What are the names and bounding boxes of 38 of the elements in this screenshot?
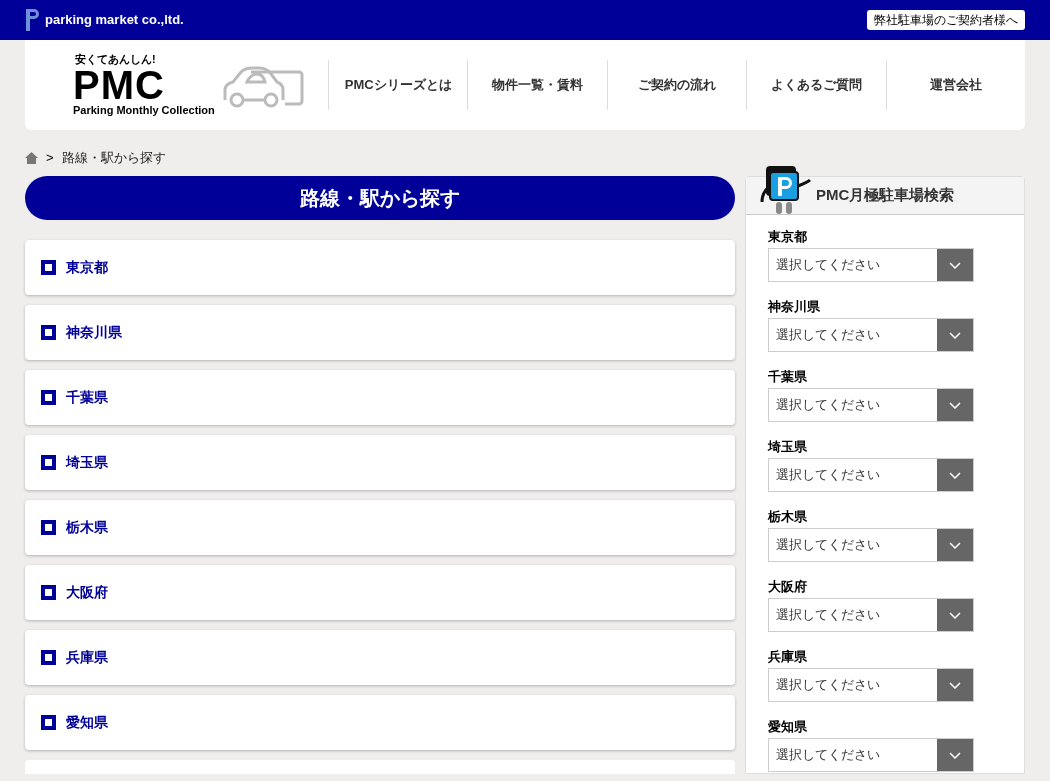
prefecture-card[interactable]: 神奈川県 bbox=[25, 305, 735, 360]
select-field[interactable]: 選択してください bbox=[768, 458, 974, 492]
prefecture-card[interactable]: 兵庫県 bbox=[25, 630, 735, 685]
select-label: 千葉県 bbox=[768, 368, 808, 386]
logo-tagline: 安くてあんしん! bbox=[74, 54, 157, 65]
select-label: 神奈川県 bbox=[768, 298, 821, 316]
select-label: 愛知県 bbox=[768, 718, 808, 736]
page-title: 路線・駅から探す bbox=[25, 176, 735, 220]
logo-name: PMC bbox=[73, 65, 165, 105]
select-field[interactable]: 選択してください bbox=[768, 738, 974, 772]
panel-title: PMC月極駐車場検索 bbox=[816, 185, 955, 206]
select-field[interactable]: 選択してください bbox=[768, 528, 974, 562]
prefecture-card[interactable]: 愛知県 bbox=[25, 695, 735, 750]
select-label: 栃木県 bbox=[768, 508, 808, 526]
select-label: 埼玉県 bbox=[768, 438, 808, 456]
select-label: 兵庫県 bbox=[768, 648, 808, 666]
prefecture-card[interactable]: 東京都 bbox=[25, 240, 735, 295]
breadcrumb-separator: > bbox=[46, 148, 54, 167]
prefecture-card[interactable]: 大阪府 bbox=[25, 565, 735, 620]
nav-link[interactable]: 物件一覧・賃料 bbox=[467, 60, 607, 110]
company-name: parking market co.,ltd. bbox=[45, 11, 184, 30]
select-label: 東京都 bbox=[768, 228, 808, 246]
select-field[interactable]: 選択してください bbox=[768, 668, 974, 702]
prefecture-card[interactable]: 埼玉県 bbox=[25, 435, 735, 490]
select-label: 大阪府 bbox=[768, 578, 808, 596]
select-field[interactable]: 選択してください bbox=[768, 598, 974, 632]
nav-link[interactable]: よくあるご質問 bbox=[746, 60, 886, 110]
select-field[interactable]: 選択してください bbox=[768, 318, 974, 352]
logo-subtitle: Parking Monthly Collection bbox=[73, 105, 215, 116]
nav-link[interactable]: PMCシリーズとは bbox=[328, 60, 468, 110]
nav-link[interactable]: 運営会社 bbox=[885, 60, 1026, 110]
prefecture-card[interactable]: 千葉県 bbox=[25, 370, 735, 425]
nav-link[interactable]: ご契約の流れ bbox=[606, 60, 747, 110]
select-field[interactable]: 選択してください bbox=[768, 388, 974, 422]
prefecture-card[interactable]: 栃木県 bbox=[25, 500, 735, 555]
contract-holders-link[interactable]: 弊社駐車場のご契約者様へ bbox=[867, 10, 1025, 30]
breadcrumb-current: 路線・駅から探す bbox=[61, 148, 166, 167]
select-field[interactable]: 選択してください bbox=[768, 248, 974, 282]
